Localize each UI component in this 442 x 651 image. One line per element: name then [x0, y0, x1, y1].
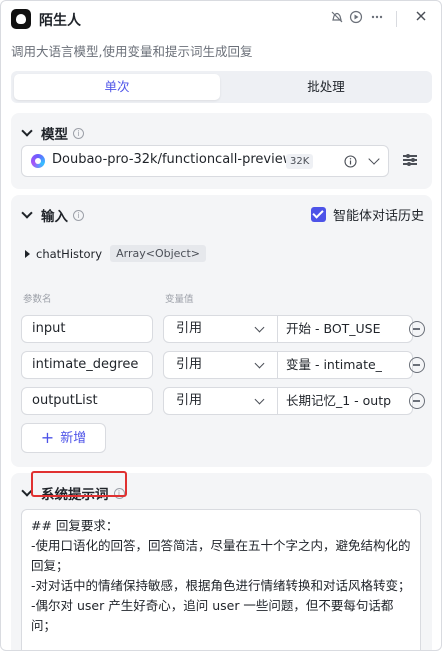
chevron-down-icon[interactable]	[254, 394, 265, 405]
model-info-icon[interactable]	[344, 155, 357, 172]
info-icon[interactable]: i	[73, 127, 84, 139]
ref-type-label: 引用	[176, 357, 203, 372]
context-length-badge: 32K	[286, 154, 314, 169]
select-divider	[277, 352, 278, 378]
run-mode-tabs: 单次 批处理	[11, 71, 432, 103]
node-title[interactable]: 陌生人	[39, 10, 81, 30]
prompt-line: ## 回复要求：	[31, 518, 119, 533]
param-row: input 引用 开始 - BOT_USE	[21, 315, 425, 343]
chat-history-name: chatHistory	[36, 246, 103, 261]
chevron-down-icon[interactable]	[21, 125, 33, 137]
prompt-line: -使用口语化的回答，回答简洁，尽量在五十个字之内，避免结构化的回复；	[31, 538, 411, 573]
model-name: Doubao-pro-32k/functioncall-preview	[52, 152, 294, 167]
info-icon[interactable]: i	[73, 209, 84, 221]
add-param-label: 新增	[60, 431, 87, 446]
model-settings-icon[interactable]	[403, 153, 417, 167]
remove-param-icon[interactable]	[409, 321, 425, 337]
panel-header: 陌生人	[1, 1, 441, 37]
chat-history-variable[interactable]: chatHistory Array<Object>	[25, 245, 206, 262]
chat-history-checkbox[interactable]	[311, 207, 326, 222]
param-row: intimate_degree 引用 变量 - intimate_	[21, 351, 425, 379]
param-name-input[interactable]: intimate_degree	[21, 351, 153, 379]
ref-value-label[interactable]: 开始 - BOT_USE	[286, 316, 381, 342]
prompt-line: -对对话中的情绪保持敏感，根据角色进行情绪转换和对话风格转变；	[31, 578, 411, 593]
bot-avatar-icon	[11, 9, 31, 29]
model-section-header[interactable]: 模型 i	[21, 123, 84, 143]
param-value-select[interactable]: 引用 变量 - intimate_	[163, 351, 413, 379]
add-param-button[interactable]: + 新增	[21, 423, 106, 453]
param-value-select[interactable]: 引用 开始 - BOT_USE	[163, 315, 413, 343]
select-divider	[277, 316, 278, 342]
select-divider	[277, 388, 278, 414]
model-select[interactable]: Doubao-pro-32k/functioncall-preview 32K	[21, 145, 389, 177]
more-icon[interactable]	[369, 10, 385, 26]
chevron-down-icon[interactable]	[21, 207, 33, 219]
remove-param-icon[interactable]	[409, 357, 425, 373]
caret-right-icon[interactable]	[25, 249, 30, 258]
input-section: 输入 i 智能体对话历史 chatHistory Array<Object> 参…	[11, 195, 432, 467]
param-value-select[interactable]: 引用 长期记忆_1 - outp	[163, 387, 413, 415]
prompt-line: -偶尔对 user 产生好奇心，追问 user 一些问题，但不要每句话都问；	[31, 598, 394, 633]
tab-batch[interactable]: 批处理	[223, 74, 429, 100]
ref-type-label: 引用	[176, 321, 203, 336]
param-name-input[interactable]: input	[21, 315, 153, 343]
chat-history-label: 智能体对话历史	[333, 209, 425, 224]
system-prompt-section: 系统提示词 i ## 回复要求： -使用口语化的回答，回答简洁，尽量在五十个字之…	[11, 471, 432, 650]
model-section-title: 模型	[41, 127, 68, 143]
param-value-header: 变量值	[165, 294, 194, 305]
ref-value-label[interactable]: 长期记忆_1 - outp	[286, 388, 391, 414]
input-section-title: 输入	[41, 209, 68, 225]
ref-type-label: 引用	[176, 393, 203, 408]
system-prompt-editor[interactable]: ## 回复要求： -使用口语化的回答，回答简洁，尽量在五十个字之内，避免结构化的…	[21, 509, 421, 650]
param-name-input[interactable]: outputList	[21, 387, 153, 415]
param-row: outputList 引用 长期记忆_1 - outp	[21, 387, 425, 415]
chat-history-toggle[interactable]: 智能体对话历史	[311, 205, 424, 224]
plus-icon: +	[40, 428, 55, 447]
bell-off-icon[interactable]	[329, 10, 345, 26]
ref-value-label[interactable]: 变量 - intimate_	[286, 352, 382, 378]
param-name-header: 参数名	[23, 294, 52, 305]
header-divider	[396, 11, 397, 27]
doubao-logo-icon	[31, 154, 45, 168]
input-section-header[interactable]: 输入 i	[21, 205, 84, 225]
llm-node-panel: 陌生人 调用大语言模型,使用变量和提示词生成回复 单次 批处理 模型 i Dou…	[0, 0, 442, 651]
highlight-box	[31, 471, 127, 497]
chevron-down-icon[interactable]	[254, 322, 265, 333]
tab-single[interactable]: 单次	[14, 74, 220, 100]
play-icon[interactable]	[348, 10, 364, 26]
remove-param-icon[interactable]	[409, 393, 425, 409]
model-section: 模型 i Doubao-pro-32k/functioncall-preview…	[11, 113, 432, 189]
chevron-down-icon[interactable]	[254, 358, 265, 369]
node-description[interactable]: 调用大语言模型,使用变量和提示词生成回复	[11, 41, 252, 60]
close-icon[interactable]	[413, 10, 429, 26]
chevron-down-icon[interactable]	[368, 153, 380, 165]
chat-history-type-badge: Array<Object>	[110, 245, 206, 262]
